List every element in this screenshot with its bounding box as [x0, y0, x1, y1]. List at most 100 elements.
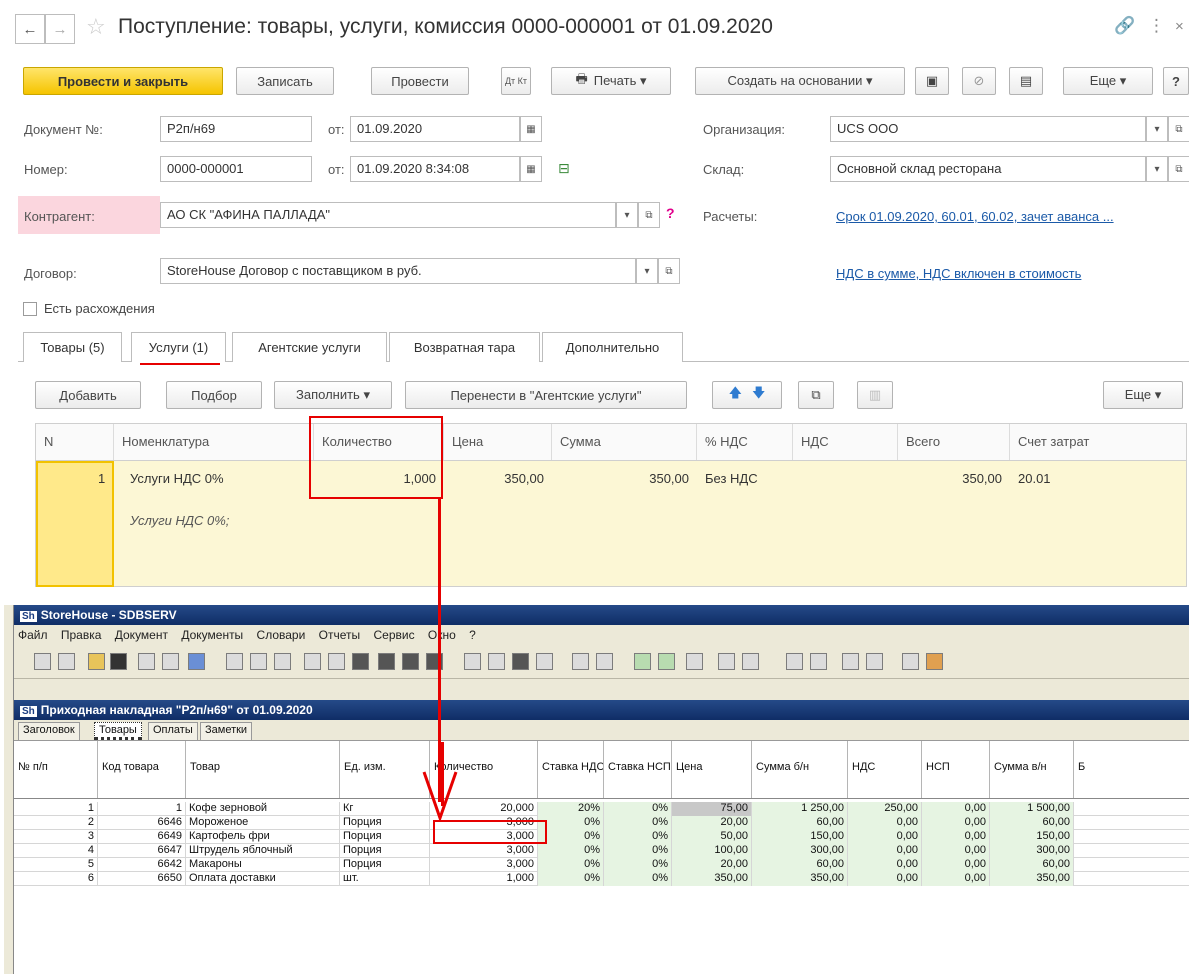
- sh-cell-vat-rate[interactable]: 0%: [538, 844, 604, 858]
- sh-col-item[interactable]: Товар: [186, 741, 340, 799]
- post-button[interactable]: Провести: [371, 67, 469, 95]
- col-account[interactable]: Счет затрат: [1010, 424, 1186, 460]
- sh-cell-sum-without-vat[interactable]: 1 250,00: [752, 802, 848, 816]
- forward-button[interactable]: →: [45, 14, 75, 44]
- sh-cell-sum-with-vat[interactable]: 60,00: [990, 816, 1074, 830]
- sh-cell-vat[interactable]: 0,00: [848, 858, 922, 872]
- sh-cell-sum-without-vat[interactable]: 350,00: [752, 872, 848, 886]
- sh-cell-price[interactable]: 20,00: [672, 816, 752, 830]
- sh-tool-icon[interactable]: [902, 653, 919, 670]
- row-item[interactable]: Услуги НДС 0%: [130, 471, 224, 486]
- sh-cell-sum-without-vat[interactable]: 60,00: [752, 858, 848, 872]
- close-icon[interactable]: ×: [1175, 18, 1184, 35]
- sh-col-nsp-rate[interactable]: Ставка НСП: [604, 741, 672, 799]
- sh-tool-icon[interactable]: [926, 653, 943, 670]
- sh-tool-icon[interactable]: [810, 653, 827, 670]
- copy-icon[interactable]: [328, 653, 345, 670]
- cut-icon[interactable]: [304, 653, 321, 670]
- row-total[interactable]: 350,00: [898, 471, 1002, 486]
- back-arrow-icon[interactable]: [188, 653, 205, 670]
- sh-cell-nsp-rate[interactable]: 0%: [604, 872, 672, 886]
- sh-tool-icon[interactable]: [488, 653, 505, 670]
- warehouse-select[interactable]: Основной склад ресторана: [830, 156, 1146, 182]
- check-all-icon[interactable]: [658, 653, 675, 670]
- col-total[interactable]: Всего: [898, 424, 1010, 460]
- sh-tool-icon[interactable]: [842, 653, 859, 670]
- sh-cell-unit[interactable]: Кг: [340, 802, 430, 816]
- row-sum[interactable]: 350,00: [552, 471, 689, 486]
- tab-services[interactable]: Услуги (1): [131, 332, 226, 362]
- menu-help[interactable]: ?: [469, 628, 476, 642]
- star-icon[interactable]: ☆: [86, 14, 106, 40]
- fill-button[interactable]: Заполнить ▾: [274, 381, 392, 409]
- sh-cell-index[interactable]: 6: [14, 872, 98, 886]
- sh-tool-icon[interactable]: [378, 653, 395, 670]
- sh-cell-vat[interactable]: 0,00: [848, 816, 922, 830]
- col-sum[interactable]: Сумма: [552, 424, 697, 460]
- row-vat-rate[interactable]: Без НДС: [705, 471, 758, 486]
- sh-cell-sum-without-vat[interactable]: 60,00: [752, 816, 848, 830]
- sh-cell-nsp-rate[interactable]: 0%: [604, 816, 672, 830]
- sh-cell-quantity[interactable]: 1,000: [430, 872, 538, 886]
- settlements-link[interactable]: Срок 01.09.2020, 60.01, 60.02, зачет ава…: [836, 209, 1189, 224]
- check-icon[interactable]: [634, 653, 651, 670]
- sh-cell-code[interactable]: 1: [98, 802, 186, 816]
- copy-icon[interactable]: ⧉: [798, 381, 834, 409]
- table-row[interactable]: 1 Услуги НДС 0% Услуги НДС 0%; 1,000 350…: [35, 461, 1187, 587]
- organization-select[interactable]: UCS OOO: [830, 116, 1146, 142]
- sh-cell-price[interactable]: 20,00: [672, 858, 752, 872]
- edit-number-icon[interactable]: ⊟: [558, 160, 570, 177]
- sh-col-sum-without-vat[interactable]: Сумма б/н: [752, 741, 848, 799]
- sh-cell-unit[interactable]: шт.: [340, 872, 430, 886]
- sh-cell-quantity[interactable]: 3,000: [430, 858, 538, 872]
- counterparty-select[interactable]: АО СК "АФИНА ПАЛЛАДА": [160, 202, 616, 228]
- sh-cell-unit[interactable]: Порция: [340, 858, 430, 872]
- move-to-agent-services-button[interactable]: Перенести в "Агентские услуги": [405, 381, 687, 409]
- row-price[interactable]: 350,00: [444, 471, 544, 486]
- table-more-button[interactable]: Еще ▾: [1103, 381, 1183, 409]
- paste-icon[interactable]: [352, 653, 369, 670]
- sh-cell-nsp[interactable]: 0,00: [922, 872, 990, 886]
- sh-tool-icon[interactable]: [786, 653, 803, 670]
- sh-cell-vat[interactable]: 250,00: [848, 802, 922, 816]
- sh-cell-index[interactable]: 2: [14, 816, 98, 830]
- chevron-down-icon[interactable]: ▾: [1146, 156, 1168, 182]
- find-next-icon[interactable]: [250, 653, 267, 670]
- sh-cell-nsp-rate[interactable]: 0%: [604, 830, 672, 844]
- selection-button[interactable]: Подбор: [166, 381, 262, 409]
- open-icon[interactable]: ⧉: [1168, 156, 1189, 182]
- sh-cell-item[interactable]: Картофель фри: [186, 830, 340, 844]
- sh-cell-price[interactable]: 100,00: [672, 844, 752, 858]
- link-icon[interactable]: 🔗: [1114, 16, 1135, 36]
- chevron-down-icon[interactable]: ▾: [636, 258, 658, 284]
- sh-cell-nsp[interactable]: 0,00: [922, 802, 990, 816]
- tab-additional[interactable]: Дополнительно: [542, 332, 683, 362]
- sh-cell-index[interactable]: 1: [14, 802, 98, 816]
- preview-icon[interactable]: [162, 653, 179, 670]
- sh-cell-unit[interactable]: Порция: [340, 816, 430, 830]
- print-icon[interactable]: [138, 653, 155, 670]
- sh-col-code[interactable]: Код товара: [98, 741, 186, 799]
- menu-window[interactable]: Окно: [428, 628, 456, 642]
- open-folder-icon[interactable]: [88, 653, 105, 670]
- sh-cell-item[interactable]: Штрудель яблочный: [186, 844, 340, 858]
- sh-cell-code[interactable]: 6646: [98, 816, 186, 830]
- menu-reports[interactable]: Отчеты: [319, 628, 360, 642]
- vat-link[interactable]: НДС в сумме, НДС включен в стоимость: [836, 266, 1081, 281]
- sh-cell-vat[interactable]: 0,00: [848, 844, 922, 858]
- sh-cell-item[interactable]: Оплата доставки: [186, 872, 340, 886]
- sh-col-nsp[interactable]: НСП: [922, 741, 990, 799]
- tab-agent-services[interactable]: Агентские услуги: [232, 332, 387, 362]
- sh-cell-sum-with-vat[interactable]: 300,00: [990, 844, 1074, 858]
- sh-cell-price[interactable]: 50,00: [672, 830, 752, 844]
- dt-kt-button[interactable]: Дт Кт: [501, 67, 531, 95]
- sh-col-sum-with-vat[interactable]: Сумма в/н: [990, 741, 1074, 799]
- doc-date-input[interactable]: 01.09.2020: [350, 116, 520, 142]
- sh-cell-sum-with-vat[interactable]: 1 500,00: [990, 802, 1074, 816]
- back-button[interactable]: ←: [15, 14, 45, 44]
- sh-tool-icon[interactable]: [58, 653, 75, 670]
- col-vat-rate[interactable]: % НДС: [697, 424, 793, 460]
- sh-cell-unit[interactable]: Порция: [340, 844, 430, 858]
- attachment-icon[interactable]: ⊘: [962, 67, 996, 95]
- sh-cell-sum-with-vat[interactable]: 150,00: [990, 830, 1074, 844]
